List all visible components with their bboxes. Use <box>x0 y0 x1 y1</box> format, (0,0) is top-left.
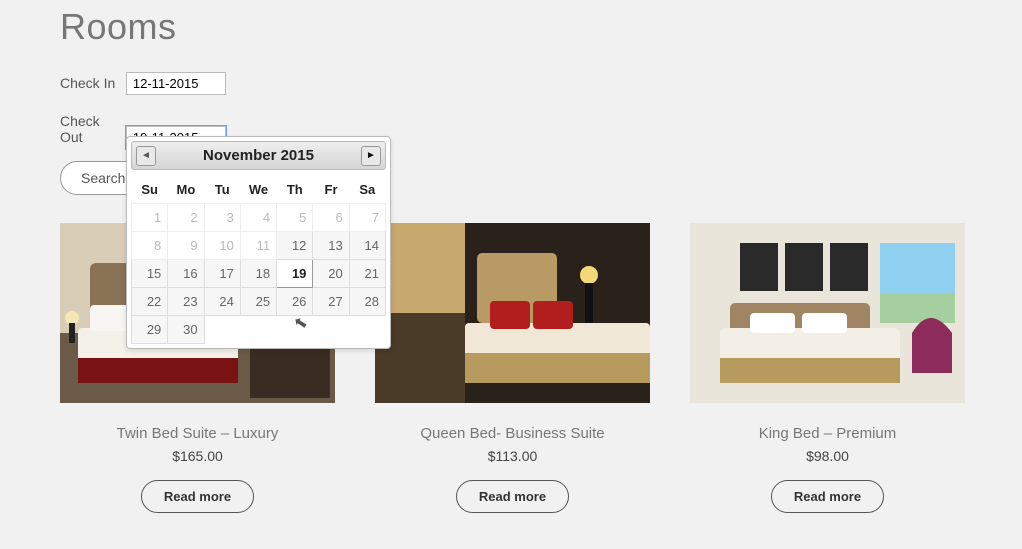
checkin-input[interactable] <box>126 72 226 95</box>
datepicker-day: 7 <box>349 204 385 232</box>
datepicker-grid: SuMoTuWeThFrSa 1234567891011121314151617… <box>131 176 386 344</box>
room-price: $113.00 <box>375 448 650 464</box>
datepicker-day[interactable]: 27 <box>313 288 349 316</box>
datepicker-dow: Sa <box>349 176 385 204</box>
datepicker-header: ◄ November 2015 ► <box>131 141 386 170</box>
datepicker-day[interactable]: 29 <box>132 316 168 344</box>
datepicker-day[interactable]: 24 <box>204 288 240 316</box>
datepicker-prev-button[interactable]: ◄ <box>136 146 156 166</box>
datepicker-day: 5 <box>277 204 313 232</box>
room-image <box>690 223 965 403</box>
datepicker-day[interactable]: 22 <box>132 288 168 316</box>
datepicker-day: 8 <box>132 232 168 260</box>
room-title: King Bed – Premium <box>690 425 965 442</box>
room-price: $165.00 <box>60 448 335 464</box>
datepicker-day[interactable]: 30 <box>168 316 204 344</box>
datepicker-dow: Th <box>277 176 313 204</box>
datepicker-dow: Tu <box>204 176 240 204</box>
datepicker-day: 9 <box>168 232 204 260</box>
datepicker-day: 3 <box>204 204 240 232</box>
datepicker-dow: Su <box>132 176 168 204</box>
datepicker-dow: We <box>240 176 276 204</box>
page-title: Rooms <box>60 6 962 48</box>
room-price: $98.00 <box>690 448 965 464</box>
datepicker-day[interactable]: 21 <box>349 260 385 288</box>
datepicker-day[interactable]: 18 <box>240 260 276 288</box>
checkout-label: Check Out <box>60 113 122 145</box>
datepicker[interactable]: ◄ November 2015 ► SuMoTuWeThFrSa 1234567… <box>126 136 391 349</box>
datepicker-day[interactable]: 26 <box>277 288 313 316</box>
read-more-button[interactable]: Read more <box>141 480 254 513</box>
datepicker-day: 10 <box>204 232 240 260</box>
room-card[interactable]: Queen Bed- Business Suite $113.00 Read m… <box>375 223 650 513</box>
datepicker-day[interactable]: 12 <box>277 232 313 260</box>
room-title: Queen Bed- Business Suite <box>375 425 650 442</box>
datepicker-day[interactable]: 15 <box>132 260 168 288</box>
datepicker-next-button[interactable]: ► <box>361 146 381 166</box>
read-more-button[interactable]: Read more <box>456 480 569 513</box>
datepicker-day[interactable]: 13 <box>313 232 349 260</box>
datepicker-dow: Mo <box>168 176 204 204</box>
datepicker-day: 6 <box>313 204 349 232</box>
datepicker-day[interactable]: 19 <box>277 260 313 288</box>
room-title: Twin Bed Suite – Luxury <box>60 425 335 442</box>
datepicker-day[interactable]: 23 <box>168 288 204 316</box>
datepicker-day[interactable]: 28 <box>349 288 385 316</box>
datepicker-day: 4 <box>240 204 276 232</box>
checkin-label: Check In <box>60 75 122 91</box>
room-image <box>375 223 650 403</box>
datepicker-month-label: November 2015 <box>203 147 314 164</box>
datepicker-day: 11 <box>240 232 276 260</box>
datepicker-dow: Fr <box>313 176 349 204</box>
datepicker-day[interactable]: 25 <box>240 288 276 316</box>
datepicker-day[interactable]: 17 <box>204 260 240 288</box>
read-more-button[interactable]: Read more <box>771 480 884 513</box>
datepicker-day[interactable]: 16 <box>168 260 204 288</box>
datepicker-day[interactable]: 14 <box>349 232 385 260</box>
datepicker-day: 2 <box>168 204 204 232</box>
datepicker-day[interactable]: 20 <box>313 260 349 288</box>
datepicker-day: 1 <box>132 204 168 232</box>
room-card[interactable]: King Bed – Premium $98.00 Read more <box>690 223 965 513</box>
